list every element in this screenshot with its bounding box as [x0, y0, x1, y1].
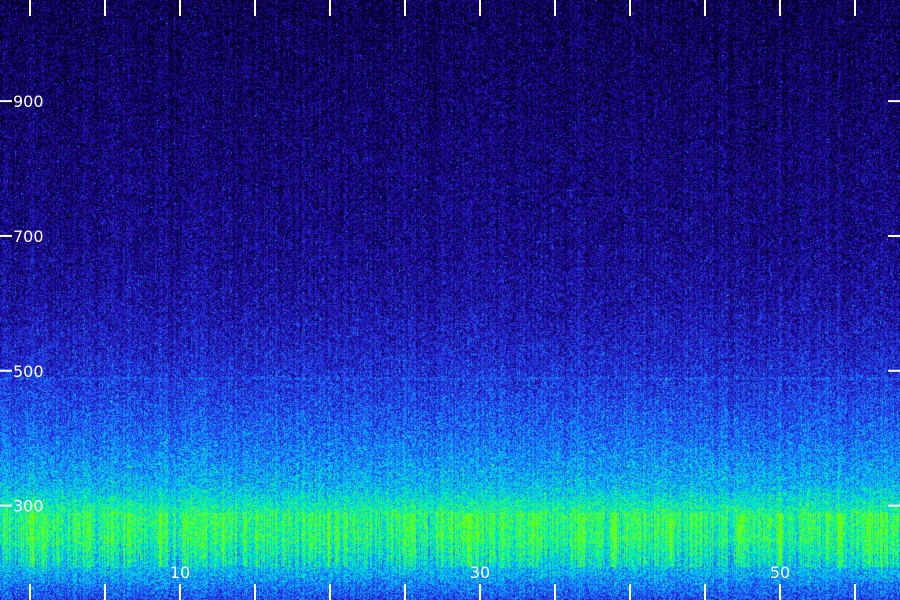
- x-tick-label: 10: [170, 563, 190, 582]
- x-axis-tick-labels: 10 30 50: [170, 563, 790, 582]
- y-tick-label: 500: [13, 362, 44, 381]
- y-axis-tick-labels: 300 500 700 900: [13, 92, 44, 515]
- y-tick-label: 900: [13, 92, 44, 111]
- y-axis-ticks-left: [0, 100, 12, 507]
- x-tick-label: 30: [470, 563, 490, 582]
- x-axis-ticks-top: [29, 0, 856, 16]
- y-axis-ticks-right: [888, 100, 900, 507]
- x-axis-ticks-bottom: [29, 584, 856, 600]
- y-tick-label: 300: [13, 497, 44, 516]
- x-tick-label: 50: [770, 563, 790, 582]
- y-tick-label: 700: [13, 227, 44, 246]
- axes-overlay: 10 30 50 300 500 700 900: [0, 0, 900, 600]
